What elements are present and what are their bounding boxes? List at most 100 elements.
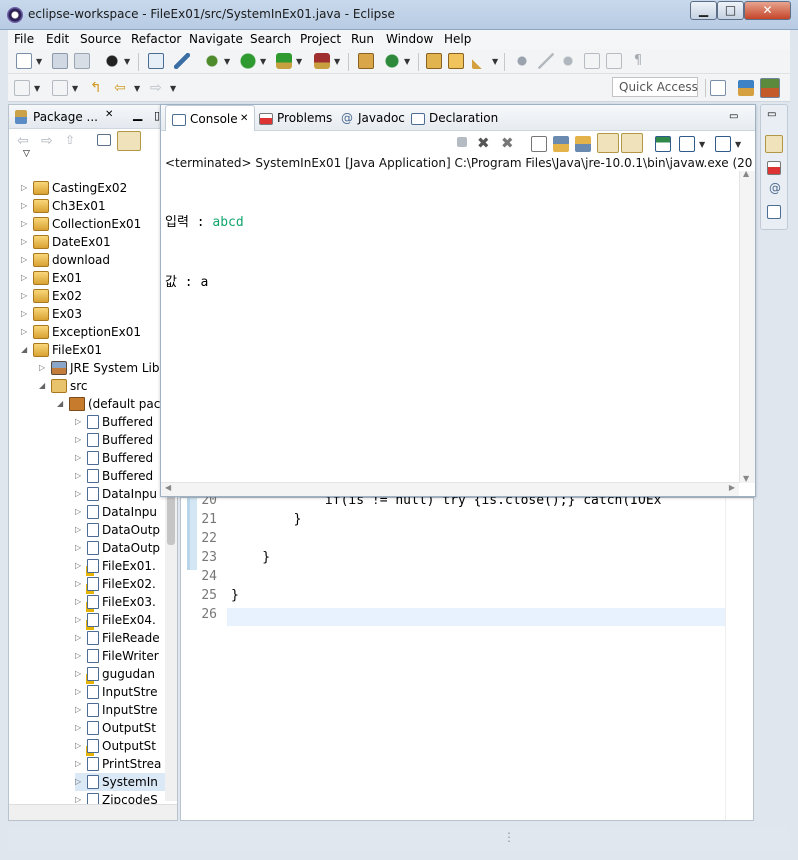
back-dropdown-icon[interactable]: ▼ — [134, 84, 140, 93]
show-console-stdout-icon[interactable] — [597, 133, 619, 153]
new-icon[interactable] — [16, 53, 32, 69]
open-console-dropdown-icon[interactable]: ▼ — [735, 140, 741, 149]
tree-item[interactable]: ▷ CastingEx02 — [21, 179, 127, 197]
previous-annotation-dropdown-icon[interactable]: ▼ — [72, 84, 78, 93]
tree-item[interactable]: ▷ FileEx03. — [75, 593, 156, 611]
tree-item[interactable]: ▷ InputStre — [75, 701, 157, 719]
expand-arrow-icon[interactable]: ▷ — [21, 251, 33, 269]
menu-run[interactable]: Run — [351, 32, 374, 46]
expand-arrow-icon[interactable]: ▷ — [75, 773, 87, 791]
horizontal-scrollbar[interactable] — [9, 804, 177, 820]
tree-item[interactable]: ▷ Ex03 — [21, 305, 82, 323]
expand-arrow-icon[interactable]: ▷ — [75, 683, 87, 701]
expand-arrow-icon[interactable]: ▷ — [39, 359, 51, 377]
expand-arrow-icon[interactable]: ▷ — [21, 287, 33, 305]
user-icon[interactable] — [104, 53, 120, 69]
package-explorer-tab[interactable]: Package ... — [33, 110, 98, 124]
forward-icon[interactable]: ⇨ — [150, 80, 166, 96]
menu-edit[interactable]: Edit — [46, 32, 69, 46]
forward-dropdown-icon[interactable]: ▼ — [170, 84, 176, 93]
expand-arrow-icon[interactable]: ▷ — [75, 575, 87, 593]
minimize-button[interactable]: ▁ — [690, 1, 717, 20]
link-with-editor-icon[interactable] — [117, 131, 141, 151]
open-type-icon[interactable] — [426, 53, 442, 69]
tree-item[interactable]: ▷ JRE System Libr — [39, 359, 164, 377]
tree-item[interactable]: ▷ FileWriter — [75, 647, 159, 665]
tree-item[interactable]: ◢ (default pac — [57, 395, 160, 413]
expand-arrow-icon[interactable]: ▷ — [75, 485, 87, 503]
next-annotation-icon[interactable] — [14, 80, 30, 96]
search-tool-icon[interactable] — [472, 53, 488, 69]
tree-item[interactable]: ▷ Buffered — [75, 449, 153, 467]
run-dropdown-icon[interactable]: ▼ — [260, 57, 266, 66]
up-arrow-icon[interactable]: ⇧ — [65, 133, 75, 147]
word-wrap-icon[interactable] — [606, 53, 622, 69]
tree-item[interactable]: ▷ SystemIn — [75, 773, 177, 791]
new-class-dropdown-icon[interactable]: ▼ — [404, 57, 410, 66]
scroll-right-icon[interactable]: ▶ — [729, 483, 735, 492]
back-arrow-icon[interactable]: ⇦ — [17, 133, 29, 149]
menu-search[interactable]: Search — [250, 32, 291, 46]
external-tools-dropdown-icon[interactable]: ▼ — [334, 57, 340, 66]
tree-item[interactable]: ▷ DateEx01 — [21, 233, 111, 251]
tree-item[interactable]: ▷ FileReade — [75, 629, 160, 647]
scroll-left-icon[interactable]: ◀ — [165, 483, 171, 492]
expand-arrow-icon[interactable]: ▷ — [75, 737, 87, 755]
coverage-dropdown-icon[interactable]: ▼ — [296, 57, 302, 66]
tab-declaration[interactable]: Declaration — [411, 105, 498, 131]
tab-problems[interactable]: Problems — [259, 105, 332, 131]
expand-arrow-icon[interactable]: ▷ — [21, 269, 33, 287]
java-editor[interactable]: if(is != null) try {is.close();} catch(I… — [180, 493, 754, 821]
restore-view-icon[interactable]: ▭ — [729, 111, 738, 122]
tree-item[interactable]: ▷ gugudan — [75, 665, 155, 683]
expand-arrow-icon[interactable]: ▷ — [75, 431, 87, 449]
run-icon[interactable] — [240, 53, 256, 69]
collapse-all-icon[interactable] — [97, 134, 111, 146]
debug-icon[interactable] — [204, 53, 220, 69]
tree-item[interactable]: ▷ ExceptionEx01 — [21, 323, 141, 341]
tree-item[interactable]: ◢ src — [39, 377, 88, 395]
forward-arrow-icon[interactable]: ⇨ — [41, 133, 53, 149]
new-dropdown-icon[interactable]: ▼ — [36, 57, 42, 66]
previous-annotation-icon[interactable] — [52, 80, 68, 96]
tree-item[interactable]: ▷ PrintStrea — [75, 755, 161, 773]
expand-arrow-icon[interactable]: ▷ — [21, 305, 33, 323]
expand-arrow-icon[interactable]: ▷ — [75, 557, 87, 575]
restore-stack-icon[interactable]: ▭ — [767, 109, 776, 120]
debug-dropdown-icon[interactable]: ▼ — [224, 57, 230, 66]
java-ee-perspective-icon[interactable] — [738, 80, 754, 96]
expand-arrow-icon[interactable]: ▷ — [75, 755, 87, 773]
remove-launch-icon[interactable]: ✖ — [477, 134, 490, 152]
tree-item[interactable]: ▷ Ex02 — [21, 287, 82, 305]
close-console-tab-icon[interactable]: ✕ — [240, 106, 248, 132]
code-line[interactable]: } — [231, 588, 239, 603]
console-toolbar-icon[interactable] — [148, 53, 164, 69]
new-class-icon[interactable] — [384, 53, 400, 69]
tree-item[interactable]: ▷ download — [21, 251, 110, 269]
clear-console-icon[interactable] — [531, 136, 547, 152]
code-line[interactable]: } — [231, 512, 302, 527]
menu-project[interactable]: Project — [300, 32, 341, 46]
tree-item[interactable]: ▷ InputStre — [75, 683, 157, 701]
block-selection-icon[interactable] — [584, 53, 600, 69]
last-edit-location-icon[interactable]: ↰ — [90, 80, 106, 96]
tree-item[interactable]: ▷ DataOutp — [75, 521, 160, 539]
minimize-view-icon[interactable]: ▁ — [133, 107, 142, 121]
expand-arrow-icon[interactable]: ▷ — [75, 539, 87, 557]
javadoc-trim-icon[interactable]: @ — [769, 181, 781, 195]
close-tab-icon[interactable]: ✕ — [105, 109, 113, 120]
tree-item[interactable]: ▷ Ex01 — [21, 269, 82, 287]
tree-item[interactable]: ▷ Buffered — [75, 467, 153, 485]
user-dropdown-icon[interactable]: ▼ — [124, 57, 130, 66]
tree-item[interactable]: ▷ OutputSt — [75, 737, 156, 755]
expand-arrow-icon[interactable]: ▷ — [21, 233, 33, 251]
expand-arrow-icon[interactable]: ▷ — [75, 413, 87, 431]
breakpoint-icon[interactable] — [174, 53, 190, 69]
scroll-up-icon[interactable]: ▲ — [743, 169, 749, 178]
expand-arrow-icon[interactable]: ▷ — [75, 449, 87, 467]
next-annotation-dropdown-icon[interactable]: ▼ — [34, 84, 40, 93]
pen-icon[interactable] — [538, 53, 554, 69]
menu-window[interactable]: Window — [386, 32, 433, 46]
editor-overview-ruler[interactable] — [725, 498, 753, 820]
close-button[interactable]: ✕ — [744, 1, 791, 20]
